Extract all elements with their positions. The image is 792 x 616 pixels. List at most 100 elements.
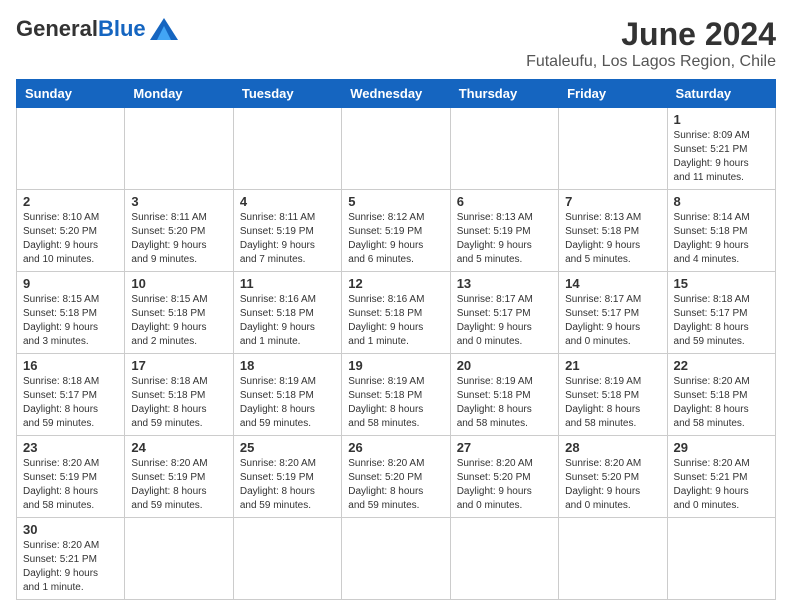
day-info: Sunrise: 8:19 AM Sunset: 5:18 PM Dayligh… [565,375,660,431]
calendar-table: SundayMondayTuesdayWednesdayThursdayFrid… [16,79,776,600]
day-info: Sunrise: 8:17 AM Sunset: 5:17 PM Dayligh… [457,293,552,349]
calendar-cell [125,108,233,190]
day-number: 2 [23,194,118,209]
day-info: Sunrise: 8:15 AM Sunset: 5:18 PM Dayligh… [23,293,118,349]
calendar-cell [342,108,450,190]
day-info: Sunrise: 8:15 AM Sunset: 5:18 PM Dayligh… [131,293,226,349]
day-info: Sunrise: 8:19 AM Sunset: 5:18 PM Dayligh… [457,375,552,431]
calendar-cell [559,108,667,190]
weekday-header-thursday: Thursday [450,80,558,108]
day-info: Sunrise: 8:12 AM Sunset: 5:19 PM Dayligh… [348,211,443,267]
calendar-cell: 13 Sunrise: 8:17 AM Sunset: 5:17 PM Dayli… [450,272,558,354]
logo-blue-text: Blue [98,16,146,42]
day-number: 27 [457,440,552,455]
calendar-cell: 22 Sunrise: 8:20 AM Sunset: 5:18 PM Dayli… [667,354,775,436]
day-number: 20 [457,358,552,373]
weekday-header-row: SundayMondayTuesdayWednesdayThursdayFrid… [17,80,776,108]
title-area: June 2024 Futaleufu, Los Lagos Region, C… [526,16,776,71]
calendar-cell: 17Sunrise: 8:18 AM Sunset: 5:18 PM Dayli… [125,354,233,436]
day-info: Sunrise: 8:14 AM Sunset: 5:18 PM Dayligh… [674,211,769,267]
calendar-cell: 21 Sunrise: 8:19 AM Sunset: 5:18 PM Dayli… [559,354,667,436]
calendar-cell: 11 Sunrise: 8:16 AM Sunset: 5:18 PM Dayli… [233,272,341,354]
day-number: 29 [674,440,769,455]
day-number: 13 [457,276,552,291]
calendar-week-row: 2 Sunrise: 8:10 AM Sunset: 5:20 PM Daylig… [17,190,776,272]
calendar-cell: 24 Sunrise: 8:20 AM Sunset: 5:19 PM Dayli… [125,436,233,518]
day-info: Sunrise: 8:18 AM Sunset: 5:18 PM Dayligh… [131,375,226,431]
weekday-header-monday: Monday [125,80,233,108]
calendar-week-row: 1 Sunrise: 8:09 AM Sunset: 5:21 PM Daylig… [17,108,776,190]
calendar-cell: 26Sunrise: 8:20 AM Sunset: 5:20 PM Dayli… [342,436,450,518]
calendar-cell [342,518,450,600]
day-number: 8 [674,194,769,209]
day-info: Sunrise: 8:16 AM Sunset: 5:18 PM Dayligh… [240,293,335,349]
calendar-cell: 30Sunrise: 8:20 AM Sunset: 5:21 PM Dayli… [17,518,125,600]
weekday-header-sunday: Sunday [17,80,125,108]
calendar-cell: 19Sunrise: 8:19 AM Sunset: 5:18 PM Dayli… [342,354,450,436]
weekday-header-wednesday: Wednesday [342,80,450,108]
day-number: 26 [348,440,443,455]
calendar-cell: 18Sunrise: 8:19 AM Sunset: 5:18 PM Dayli… [233,354,341,436]
calendar-cell: 28Sunrise: 8:20 AM Sunset: 5:20 PM Dayli… [559,436,667,518]
day-info: Sunrise: 8:13 AM Sunset: 5:18 PM Dayligh… [565,211,660,267]
weekday-header-saturday: Saturday [667,80,775,108]
day-number: 23 [23,440,118,455]
calendar-cell [450,518,558,600]
day-info: Sunrise: 8:17 AM Sunset: 5:17 PM Dayligh… [565,293,660,349]
calendar-cell: 25Sunrise: 8:20 AM Sunset: 5:19 PM Dayli… [233,436,341,518]
day-number: 24 [131,440,226,455]
calendar-cell [667,518,775,600]
location-title: Futaleufu, Los Lagos Region, Chile [526,53,776,71]
calendar-cell [125,518,233,600]
calendar-cell: 1 Sunrise: 8:09 AM Sunset: 5:21 PM Daylig… [667,108,775,190]
calendar-cell [17,108,125,190]
calendar-cell: 15 Sunrise: 8:18 AM Sunset: 5:17 PM Dayli… [667,272,775,354]
calendar-cell: 6 Sunrise: 8:13 AM Sunset: 5:19 PM Daylig… [450,190,558,272]
calendar-cell: 29 Sunrise: 8:20 AM Sunset: 5:21 PM Dayli… [667,436,775,518]
calendar-cell: 20 Sunrise: 8:19 AM Sunset: 5:18 PM Dayli… [450,354,558,436]
day-number: 3 [131,194,226,209]
calendar-cell: 4Sunrise: 8:11 AM Sunset: 5:19 PM Daylig… [233,190,341,272]
day-info: Sunrise: 8:20 AM Sunset: 5:21 PM Dayligh… [23,539,118,595]
calendar-cell [233,108,341,190]
weekday-header-tuesday: Tuesday [233,80,341,108]
day-number: 7 [565,194,660,209]
calendar-cell: 14 Sunrise: 8:17 AM Sunset: 5:17 PM Dayli… [559,272,667,354]
calendar-week-row: 30Sunrise: 8:20 AM Sunset: 5:21 PM Dayli… [17,518,776,600]
calendar-cell: 16Sunrise: 8:18 AM Sunset: 5:17 PM Dayli… [17,354,125,436]
day-number: 1 [674,112,769,127]
day-info: Sunrise: 8:18 AM Sunset: 5:17 PM Dayligh… [674,293,769,349]
day-info: Sunrise: 8:13 AM Sunset: 5:19 PM Dayligh… [457,211,552,267]
day-info: Sunrise: 8:20 AM Sunset: 5:21 PM Dayligh… [674,457,769,513]
day-number: 5 [348,194,443,209]
day-info: Sunrise: 8:20 AM Sunset: 5:19 PM Dayligh… [131,457,226,513]
logo-icon [150,18,178,40]
day-info: Sunrise: 8:20 AM Sunset: 5:18 PM Dayligh… [674,375,769,431]
calendar-cell [450,108,558,190]
month-title: June 2024 [526,16,776,53]
calendar-cell: 8 Sunrise: 8:14 AM Sunset: 5:18 PM Daylig… [667,190,775,272]
day-number: 22 [674,358,769,373]
day-info: Sunrise: 8:11 AM Sunset: 5:20 PM Dayligh… [131,211,226,267]
calendar-cell [233,518,341,600]
calendar-cell: 3 Sunrise: 8:11 AM Sunset: 5:20 PM Daylig… [125,190,233,272]
day-info: Sunrise: 8:16 AM Sunset: 5:18 PM Dayligh… [348,293,443,349]
calendar-week-row: 16Sunrise: 8:18 AM Sunset: 5:17 PM Dayli… [17,354,776,436]
calendar-cell: 7 Sunrise: 8:13 AM Sunset: 5:18 PM Daylig… [559,190,667,272]
day-number: 19 [348,358,443,373]
day-number: 6 [457,194,552,209]
day-info: Sunrise: 8:11 AM Sunset: 5:19 PM Dayligh… [240,211,335,267]
day-number: 21 [565,358,660,373]
day-number: 25 [240,440,335,455]
calendar-cell: 2 Sunrise: 8:10 AM Sunset: 5:20 PM Daylig… [17,190,125,272]
day-number: 11 [240,276,335,291]
calendar-week-row: 9Sunrise: 8:15 AM Sunset: 5:18 PM Daylig… [17,272,776,354]
day-number: 18 [240,358,335,373]
day-number: 14 [565,276,660,291]
day-number: 10 [131,276,226,291]
day-info: Sunrise: 8:09 AM Sunset: 5:21 PM Dayligh… [674,129,769,185]
calendar-cell [559,518,667,600]
day-info: Sunrise: 8:10 AM Sunset: 5:20 PM Dayligh… [23,211,118,267]
day-info: Sunrise: 8:18 AM Sunset: 5:17 PM Dayligh… [23,375,118,431]
day-number: 15 [674,276,769,291]
